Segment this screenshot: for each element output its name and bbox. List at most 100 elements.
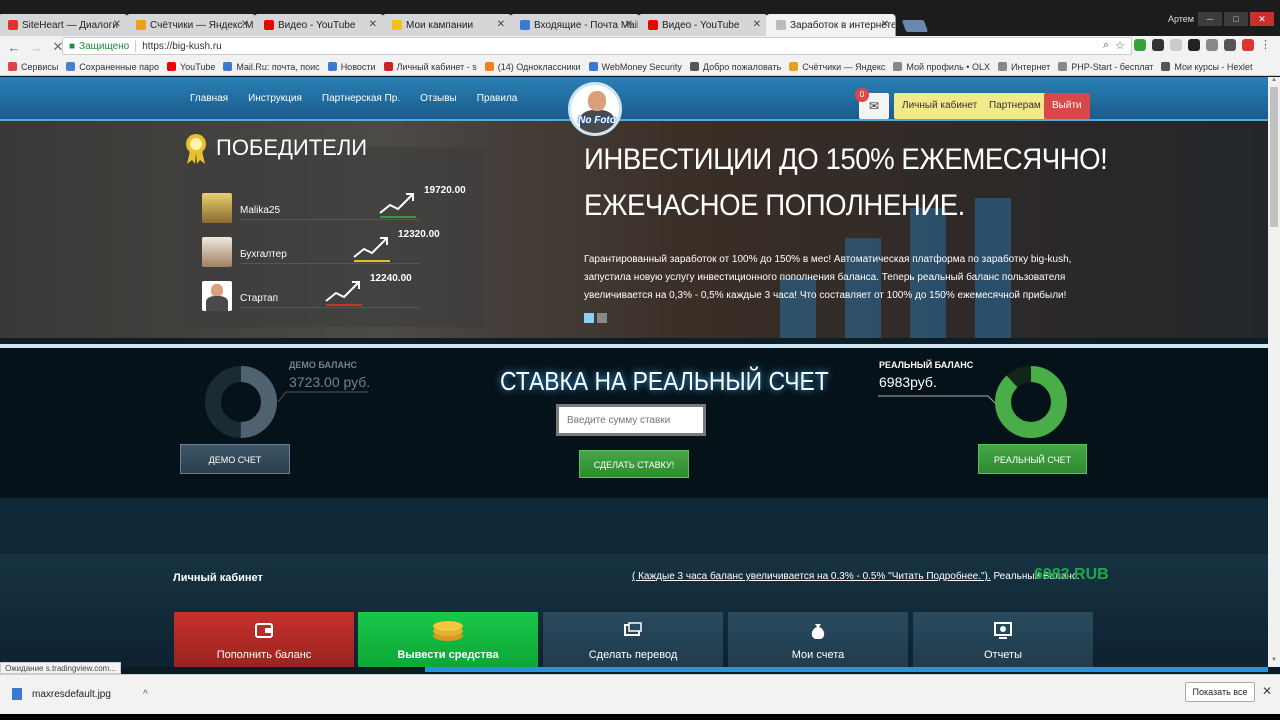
coins-icon xyxy=(433,621,463,641)
place-bet-button[interactable]: СДЕЛАТЬ СТАВКУ! xyxy=(579,450,689,478)
bookmark-item[interactable]: Сервисы xyxy=(8,62,58,72)
browser-tab-active[interactable]: Заработок в интернете ✕ xyxy=(766,14,896,36)
tile-label: Отчеты xyxy=(983,649,1023,661)
mailru-icon xyxy=(223,62,233,71)
real-account-button[interactable]: РЕАЛЬНЫЙ СЧЕТ xyxy=(978,444,1087,474)
bookmark-item[interactable]: Интернет xyxy=(997,62,1050,72)
bookmark-item[interactable]: Добро пожаловать xyxy=(689,62,781,72)
bookmark-item[interactable]: Мои курсы - Hexlet xyxy=(1161,62,1252,72)
close-icon[interactable]: ✕ xyxy=(625,19,633,30)
bookmark-item[interactable]: WebMoney Security xyxy=(588,62,682,72)
nav-instructions[interactable]: Инструкция xyxy=(248,93,302,104)
favicon-icon xyxy=(8,20,18,30)
extension-icon[interactable] xyxy=(1134,39,1146,51)
extension-icon[interactable] xyxy=(1224,39,1236,51)
page-scrollbar[interactable]: ▲ ▼ xyxy=(1268,77,1280,667)
slider-dot[interactable] xyxy=(597,313,607,323)
cabinet-note: ( Каждые 3 часа баланс увеличивается на … xyxy=(632,571,1080,582)
nav-rules[interactable]: Правила xyxy=(477,93,518,104)
winner-row: Стартап 12240.00 xyxy=(202,273,472,317)
withdraw-tile[interactable]: Вывести средства xyxy=(358,612,538,667)
bookmark-item[interactable]: Личный кабинет - s xyxy=(383,62,477,72)
new-tab-button[interactable] xyxy=(901,20,929,32)
close-icon[interactable]: ✕ xyxy=(753,19,761,30)
extension-icon[interactable] xyxy=(1188,39,1200,51)
tile-label: Вывести средства xyxy=(397,649,499,661)
tab-label: Мои кампании xyxy=(406,19,474,31)
minimize-icon[interactable]: ─ xyxy=(1198,12,1222,26)
maximize-icon[interactable]: □ xyxy=(1224,12,1248,26)
bookmark-item[interactable]: Новости xyxy=(327,61,376,72)
close-icon[interactable]: ✕ xyxy=(113,19,121,30)
zoom-icon[interactable]: ⌕ xyxy=(1103,39,1109,52)
demo-account-button[interactable]: ДЕМО СЧЕТ xyxy=(180,444,290,474)
url-text[interactable]: https://big-kush.ru xyxy=(142,41,221,52)
profile-name[interactable]: Артем xyxy=(1168,14,1194,24)
bookmark-label: Мой профиль • OLX xyxy=(906,61,990,72)
mail-button[interactable]: ✉ 0 xyxy=(855,88,889,119)
read-more-link[interactable]: ( Каждые 3 часа баланс увеличивается на … xyxy=(632,571,991,582)
back-icon[interactable]: ← xyxy=(6,40,22,55)
close-icon[interactable]: ✕ xyxy=(241,19,249,30)
bookmark-item[interactable]: YouTube xyxy=(167,62,215,72)
avatar[interactable]: No Foto xyxy=(568,82,622,136)
browser-tab[interactable]: Мои кампании ✕ xyxy=(382,14,512,36)
reports-tile[interactable]: Отчеты xyxy=(913,612,1093,667)
address-bar[interactable]: ■ Защищено https://big-kush.ru ⌕ ☆ xyxy=(62,37,1132,55)
download-item[interactable]: maxresdefault.jpg ^ xyxy=(12,688,148,700)
bookmark-item[interactable]: Mail.Ru: почта, поис xyxy=(223,62,320,72)
winner-amount: 12240.00 xyxy=(370,273,412,284)
growth-chart-icon xyxy=(379,193,416,218)
bet-amount-input[interactable] xyxy=(556,404,706,436)
browser-tab[interactable]: Счётчики — Яндекс.Ме ✕ xyxy=(126,14,256,36)
accounts-tile[interactable]: Мои счета xyxy=(728,612,908,667)
webmoney-icon xyxy=(588,62,598,71)
forward-icon[interactable]: → xyxy=(28,40,44,55)
browser-tab[interactable]: Входящие - Почта Mail. ✕ xyxy=(510,14,640,36)
page-icon xyxy=(997,62,1007,71)
scroll-up-icon[interactable]: ▲ xyxy=(1268,77,1280,87)
close-icon[interactable]: ✕ xyxy=(497,19,505,30)
extension-icon[interactable] xyxy=(1242,39,1254,51)
topup-tile[interactable]: Пополнить баланс xyxy=(174,612,354,667)
show-all-button[interactable]: Показать все xyxy=(1185,682,1255,702)
menu-icon[interactable]: ⋮ xyxy=(1260,39,1272,51)
browser-tab[interactable]: SiteHeart — Диалоги ✕ xyxy=(0,14,128,36)
real-balance-value: 6983руб. xyxy=(879,374,937,390)
chevron-up-icon[interactable]: ^ xyxy=(143,689,148,700)
browser-tab[interactable]: Видео - YouTube ✕ xyxy=(254,14,384,36)
slider-dot-active[interactable] xyxy=(584,313,594,323)
close-icon[interactable]: ✕ xyxy=(1262,684,1272,698)
favicon-icon xyxy=(648,20,658,30)
nav-partner-program[interactable]: Партнерская Пр. xyxy=(322,93,400,104)
bookmark-item[interactable]: Мой профиль • OLX xyxy=(893,62,990,72)
bookmark-star-icon[interactable]: ☆ xyxy=(1115,39,1125,52)
envelope-icon: ✉ xyxy=(868,99,880,113)
close-icon[interactable]: ✕ xyxy=(881,19,889,30)
bookmark-item[interactable]: Счётчики — Яндекс xyxy=(789,62,885,72)
extension-icon[interactable] xyxy=(1152,39,1164,51)
winner-amount: 12320.00 xyxy=(398,229,440,240)
transfer-tile[interactable]: Сделать перевод xyxy=(543,612,723,667)
close-icon[interactable]: ✕ xyxy=(369,19,377,30)
extension-icon[interactable] xyxy=(1170,39,1182,51)
bookmark-item[interactable]: PHP-Start - бесплат xyxy=(1058,62,1153,72)
bookmark-item[interactable]: Сохраненные паро xyxy=(66,62,159,72)
bookmark-item[interactable]: (14) Одноклассники xyxy=(484,62,581,72)
winner-amount: 19720.00 xyxy=(424,185,466,196)
nav-reviews[interactable]: Отзывы xyxy=(420,93,457,104)
browser-tab[interactable]: Видео - YouTube ✕ xyxy=(638,14,768,36)
window-close-icon[interactable]: ✕ xyxy=(1250,12,1274,26)
scrollbar-thumb[interactable] xyxy=(1270,87,1278,227)
scroll-down-icon[interactable]: ▼ xyxy=(1268,657,1280,667)
nav-home[interactable]: Главная xyxy=(190,93,228,104)
extension-icon[interactable] xyxy=(1206,39,1218,51)
bookmark-label: Новости xyxy=(340,61,376,72)
hero-heading-1: ИНВЕСТИЦИИ ДО 150% ЕЖЕМЕСЯЧНО! xyxy=(584,143,1108,176)
logout-button[interactable]: Выйти xyxy=(1044,93,1090,119)
cabinet-button[interactable]: Личный кабинет xyxy=(894,93,986,119)
partners-button[interactable]: Партнерам xyxy=(981,93,1049,119)
medal-icon xyxy=(186,134,206,164)
winner-row: Бухгалтер 12320.00 xyxy=(202,229,472,273)
mail-badge: 0 xyxy=(855,88,869,102)
